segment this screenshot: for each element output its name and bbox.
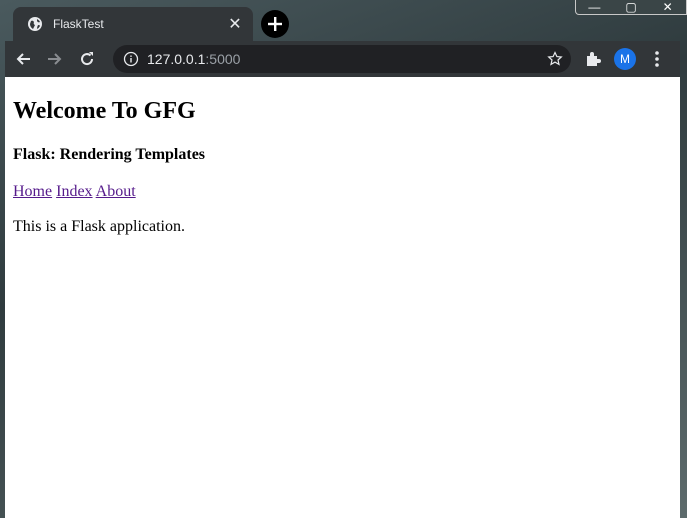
reload-button[interactable] <box>73 45 101 73</box>
page-content: Welcome To GFG Flask: Rendering Template… <box>5 77 680 518</box>
browser-toolbar: 127.0.0.1:5000 M <box>5 41 680 77</box>
url-host: 127.0.0.1 <box>147 51 206 67</box>
back-arrow-icon <box>16 53 30 65</box>
avatar-letter: M <box>620 52 630 66</box>
star-icon[interactable] <box>547 51 563 67</box>
tab-close-icon[interactable]: ✕ <box>227 16 243 33</box>
globe-icon <box>28 17 42 31</box>
nav-links: Home Index About <box>13 182 672 201</box>
home-link[interactable]: Home <box>13 183 52 200</box>
page-heading: Welcome To GFG <box>13 98 196 124</box>
info-icon[interactable] <box>123 51 139 67</box>
forward-arrow-icon <box>48 53 62 65</box>
reload-icon <box>81 52 94 66</box>
new-tab-button[interactable] <box>261 10 289 38</box>
index-link[interactable]: Index <box>56 183 92 200</box>
plus-icon <box>268 17 282 31</box>
about-link[interactable]: About <box>96 183 136 200</box>
kebab-menu-icon[interactable] <box>647 49 667 69</box>
address-bar[interactable]: 127.0.0.1:5000 <box>113 45 571 73</box>
url-port: :5000 <box>205 51 241 67</box>
page-subheading: Flask: Rendering Templates <box>13 146 206 163</box>
profile-avatar[interactable]: M <box>614 48 636 70</box>
page-paragraph: This is a Flask application. <box>13 218 185 235</box>
tab-title: FlaskTest <box>53 17 104 31</box>
tab-strip: FlaskTest ✕ <box>5 0 680 41</box>
extensions-icon[interactable] <box>583 49 603 69</box>
tab-flasktest[interactable]: FlaskTest ✕ <box>13 7 253 41</box>
forward-button[interactable] <box>41 45 69 73</box>
url-text: 127.0.0.1:5000 <box>147 51 240 67</box>
back-button[interactable] <box>9 45 37 73</box>
